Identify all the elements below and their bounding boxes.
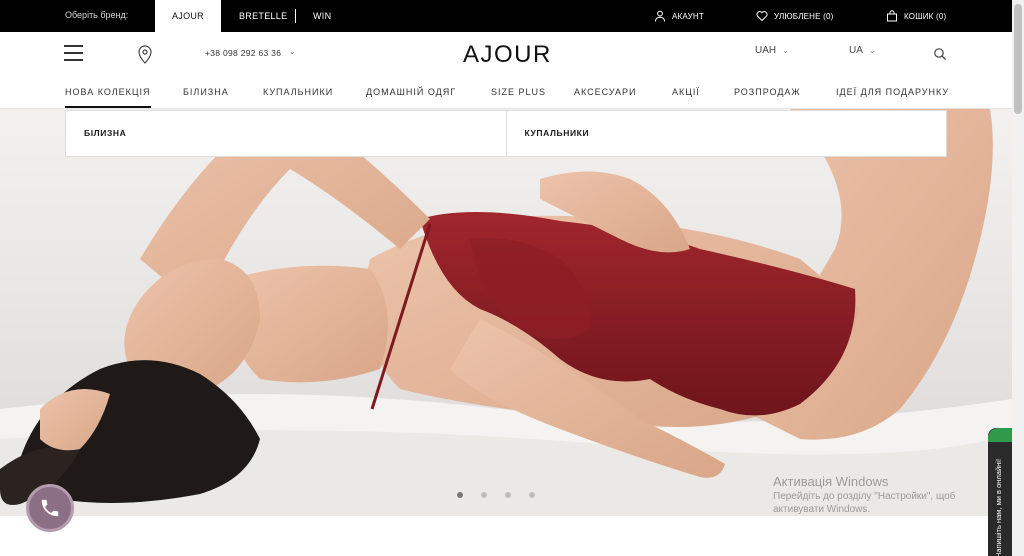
watermark-text: активувати Windows. — [773, 504, 871, 515]
hero-image — [0, 109, 1012, 516]
heart-icon — [756, 11, 768, 22]
watermark-text: Перейдіть до розділу "Настройки", щоб — [773, 491, 956, 502]
language-value: UA — [849, 45, 863, 56]
nav-item-homewear[interactable]: Домашній одяг — [366, 87, 456, 97]
dropdown-item-lingerie[interactable]: Білизна — [66, 111, 506, 156]
language-selector[interactable]: UA ⌄ — [849, 45, 876, 56]
chat-status-indicator — [988, 428, 1012, 442]
nav-item-promotions[interactable]: Акції — [672, 87, 700, 97]
brand-tab-win[interactable]: WIN — [313, 0, 331, 32]
chevron-down-icon: ⌄ — [782, 46, 789, 55]
hero-banner[interactable] — [0, 109, 1012, 516]
slider-dot[interactable] — [457, 492, 463, 498]
brand-tab-ajour[interactable]: AJOUR — [155, 0, 221, 32]
nav-item-new-collection[interactable]: Нова колекція — [65, 87, 151, 108]
windows-activation-watermark: Активація Windows Перейдіть до розділу "… — [773, 474, 955, 515]
cart-label: Кошик (0) — [904, 11, 947, 21]
slider-dots — [457, 492, 535, 498]
account-label: Акаунт — [672, 11, 704, 21]
search-icon[interactable] — [933, 47, 947, 61]
mega-menu-dropdown: Білизна Купальники — [65, 110, 947, 157]
slider-dot[interactable] — [481, 492, 487, 498]
nav-item-gift-ideas[interactable]: Ідеї для подарунку — [836, 87, 949, 97]
nav-item-swimwear[interactable]: Купальники — [263, 87, 333, 97]
nav-item-sale[interactable]: Розпродаж — [734, 87, 801, 97]
bag-icon — [887, 10, 897, 22]
page: Оберіть бренд: AJOUR BRETELLE WIN Акаунт… — [0, 0, 1024, 556]
slider-dot[interactable] — [529, 492, 535, 498]
brand-selector-label: Оберіть бренд: — [65, 10, 129, 20]
location-pin-icon[interactable] — [137, 44, 153, 64]
main-nav: Нова колекція Білизна Купальники Домашні… — [0, 76, 1012, 109]
favorites-link[interactable]: Улюблене (0) — [756, 0, 834, 32]
site-logo[interactable]: AJOUR — [463, 41, 552, 69]
phone-icon — [41, 499, 59, 517]
user-icon — [655, 10, 665, 22]
online-chat-tab[interactable]: Напишіть нам, ми в онлайні! — [988, 428, 1012, 556]
currency-selector[interactable]: UAH ⌄ — [755, 45, 789, 56]
page-scrollbar[interactable] — [1012, 0, 1024, 556]
phone-number[interactable]: +38 098 292 63 36 — [205, 48, 281, 58]
watermark-title: Активація Windows — [773, 474, 889, 489]
header: +38 098 292 63 36 ⌄ AJOUR UAH ⌄ UA ⌄ — [0, 32, 1012, 76]
top-bar: Оберіть бренд: AJOUR BRETELLE WIN Акаунт… — [0, 0, 1012, 32]
currency-value: UAH — [755, 45, 777, 56]
menu-icon[interactable] — [64, 45, 83, 61]
brand-tab-bretelle[interactable]: BRETELLE — [239, 0, 287, 32]
dropdown-item-swimwear[interactable]: Купальники — [505, 111, 947, 156]
account-link[interactable]: Акаунт — [654, 0, 704, 32]
cart-link[interactable]: Кошик (0) — [886, 0, 946, 32]
nav-item-size-plus[interactable]: Size Plus — [491, 87, 546, 97]
phone-chevron-icon[interactable]: ⌄ — [289, 47, 296, 56]
scrollbar-thumb[interactable] — [1014, 4, 1022, 114]
nav-item-lingerie[interactable]: Білизна — [183, 87, 229, 97]
callback-button[interactable] — [26, 484, 74, 532]
nav-item-accessories[interactable]: Аксесуари — [574, 87, 636, 97]
chevron-down-icon: ⌄ — [868, 46, 876, 55]
slider-dot[interactable] — [505, 492, 511, 498]
brand-divider — [295, 9, 296, 23]
chat-label: Напишіть нам, ми в онлайні! — [994, 458, 1003, 556]
favorites-label: Улюблене (0) — [774, 11, 834, 21]
